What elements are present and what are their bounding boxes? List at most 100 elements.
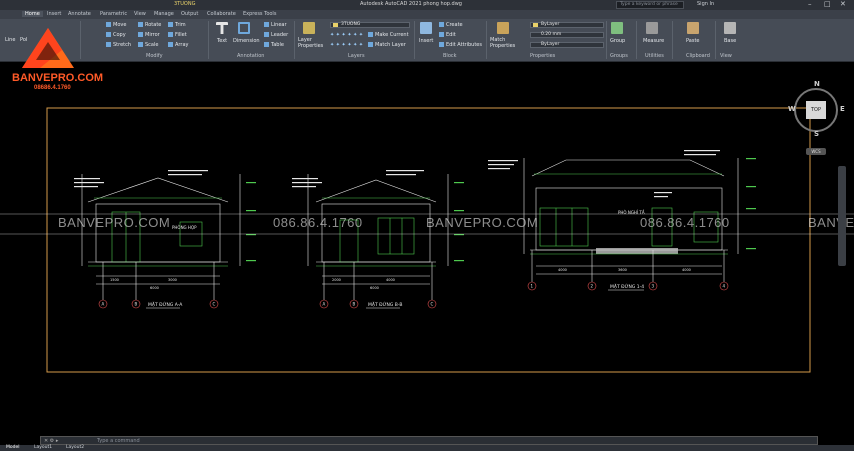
tab-home[interactable]: Home	[22, 11, 43, 17]
make-current-icon	[368, 32, 373, 37]
make-current-button[interactable]: Make Current	[368, 32, 409, 38]
insert-button[interactable]: Insert	[419, 38, 433, 44]
command-line[interactable]: ✕ ⚙ ▸ Type a command	[40, 436, 818, 445]
linetype-dropdown[interactable]: ByLayer	[530, 42, 604, 48]
search-input[interactable]: Type a keyword or phrase	[616, 1, 684, 9]
tab-insert[interactable]: Insert	[47, 11, 61, 17]
compass-east[interactable]: E	[840, 105, 845, 113]
array-icon	[168, 42, 173, 47]
paste-button[interactable]: Paste	[686, 38, 700, 44]
mirror-button[interactable]: Mirror	[138, 32, 160, 38]
layer-quick-label: 3TUONG	[174, 1, 196, 7]
leader-button[interactable]: Leader	[264, 32, 288, 38]
linear-button[interactable]: Linear	[264, 22, 287, 28]
move-icon	[106, 22, 111, 27]
text-button[interactable]: Text	[217, 38, 227, 44]
table-button[interactable]: Table	[264, 42, 284, 48]
trim-button[interactable]: Trim	[168, 22, 186, 28]
close-icon[interactable]: ✕	[840, 0, 846, 8]
dim-label-1c: 6000	[150, 286, 159, 290]
tab-output[interactable]: Output	[181, 11, 198, 17]
edit-block-icon	[439, 32, 444, 37]
compass-north[interactable]: N	[814, 80, 820, 88]
create-block-button[interactable]: Create	[439, 22, 463, 28]
navigation-bar[interactable]	[838, 166, 846, 266]
command-close-icon[interactable]: ✕ ⚙ ▸	[44, 437, 58, 445]
layer-state-icons[interactable]: ✦ ✦ ✦ ✦ ✦ ✦	[330, 32, 363, 38]
layout-tab-layout1[interactable]: Layout1	[34, 445, 52, 451]
dim-label-3b: 3600	[618, 268, 627, 272]
wall-outline-1	[95, 203, 221, 263]
array-button[interactable]: Array	[168, 42, 188, 48]
compass-south[interactable]: S	[814, 130, 819, 138]
rotate-button[interactable]: Rotate	[138, 22, 161, 28]
watermark-phone-1: 086.86.4.1760	[273, 215, 363, 230]
panel-title-modify[interactable]: Modify	[146, 53, 163, 59]
edit-attributes-icon	[439, 42, 444, 47]
tab-collaborate[interactable]: Collaborate	[207, 11, 236, 17]
match-layer-button[interactable]: Match Layer	[368, 42, 406, 48]
panel-title-annotation[interactable]: Annotation	[237, 53, 264, 59]
table-icon	[264, 42, 269, 47]
elevation-title-1: MẶT ĐỨNG A-A	[148, 301, 183, 308]
color-dropdown[interactable]: ByLayer	[530, 22, 604, 28]
ribbon-tabs: Home Insert Annotate Parametric View Man…	[0, 1, 854, 19]
insert-block-icon	[420, 22, 432, 34]
color-swatch	[533, 23, 538, 27]
trim-icon	[168, 22, 173, 27]
match-layer-icon	[368, 42, 373, 47]
stretch-button[interactable]: Stretch	[106, 42, 131, 48]
group-button[interactable]: Group	[610, 38, 625, 44]
measure-icon	[646, 22, 658, 34]
roof-line-2	[315, 179, 437, 203]
copy-button[interactable]: Copy	[106, 32, 126, 38]
scale-icon	[138, 42, 143, 47]
move-button[interactable]: Move	[106, 22, 126, 28]
tab-annotate[interactable]: Annotate	[68, 11, 91, 17]
drawing-svg[interactable]: PHÒNG HỌP 1500 3000 6000 A B C MẶT ĐỨNG …	[0, 62, 854, 432]
roof-line-1	[87, 177, 229, 203]
tab-manage[interactable]: Manage	[154, 11, 174, 17]
edit-attributes-button[interactable]: Edit Attributes	[439, 42, 482, 48]
axis-label-2: 2	[591, 284, 594, 289]
layer-properties-button[interactable]: Layer Properties	[298, 37, 324, 49]
layout-tab-layout2[interactable]: Layout2	[66, 445, 84, 451]
tab-view[interactable]: View	[134, 11, 146, 17]
layer-tool-icons[interactable]: ✦ ✦ ✦ ✦ ✦ ✦	[330, 42, 363, 48]
edit-block-button[interactable]: Edit	[439, 32, 456, 38]
tab-parametric[interactable]: Parametric	[100, 11, 127, 17]
maximize-icon[interactable]: □	[824, 0, 831, 8]
drawing-canvas[interactable]: PHÒNG HỌP 1500 3000 6000 A B C MẶT ĐỨNG …	[0, 62, 854, 432]
base-button[interactable]: Base	[724, 38, 736, 44]
viewcube[interactable]: TOP N S W E	[786, 80, 848, 142]
match-properties-icon	[497, 22, 509, 34]
panel-title-clipboard[interactable]: Clipboard	[686, 53, 710, 59]
layout-tab-model[interactable]: Model	[6, 445, 20, 451]
mirror-icon	[138, 32, 143, 37]
axis-label-3: 3	[652, 284, 655, 289]
panel-title-utilities[interactable]: Utilities	[645, 53, 664, 59]
panel-title-groups[interactable]: Groups	[610, 53, 628, 59]
command-input[interactable]: Type a command	[97, 437, 140, 445]
layer-dropdown[interactable]: 3TUONG	[330, 22, 410, 28]
status-bar: Model Layout1 Layout2	[0, 445, 854, 451]
compass-west[interactable]: W	[788, 105, 796, 113]
panel-title-layers[interactable]: Layers	[348, 53, 365, 59]
lineweight-dropdown[interactable]: 0.20 mm	[530, 32, 604, 38]
tab-express-tools[interactable]: Express Tools	[243, 11, 276, 17]
watermark-site-1: BANVEPRO.COM	[58, 215, 171, 230]
panel-title-view[interactable]: View	[720, 53, 732, 59]
sign-in-button[interactable]: Sign In	[697, 1, 714, 7]
fillet-button[interactable]: Fillet	[168, 32, 187, 38]
dimension-button[interactable]: Dimension	[233, 38, 260, 44]
minimize-icon[interactable]: –	[808, 0, 812, 8]
viewcube-top-face[interactable]: TOP	[806, 101, 826, 119]
measure-button[interactable]: Measure	[643, 38, 664, 44]
panel-title-properties[interactable]: Properties	[530, 53, 555, 59]
axis-label-b2: B	[353, 302, 356, 307]
scale-button[interactable]: Scale	[138, 42, 158, 48]
logo-phone-text: 08686.4.1760	[34, 85, 71, 91]
match-properties-button[interactable]: Match Properties	[490, 37, 516, 49]
panel-title-block[interactable]: Block	[443, 53, 457, 59]
wcs-menu[interactable]: WCS	[806, 148, 826, 155]
